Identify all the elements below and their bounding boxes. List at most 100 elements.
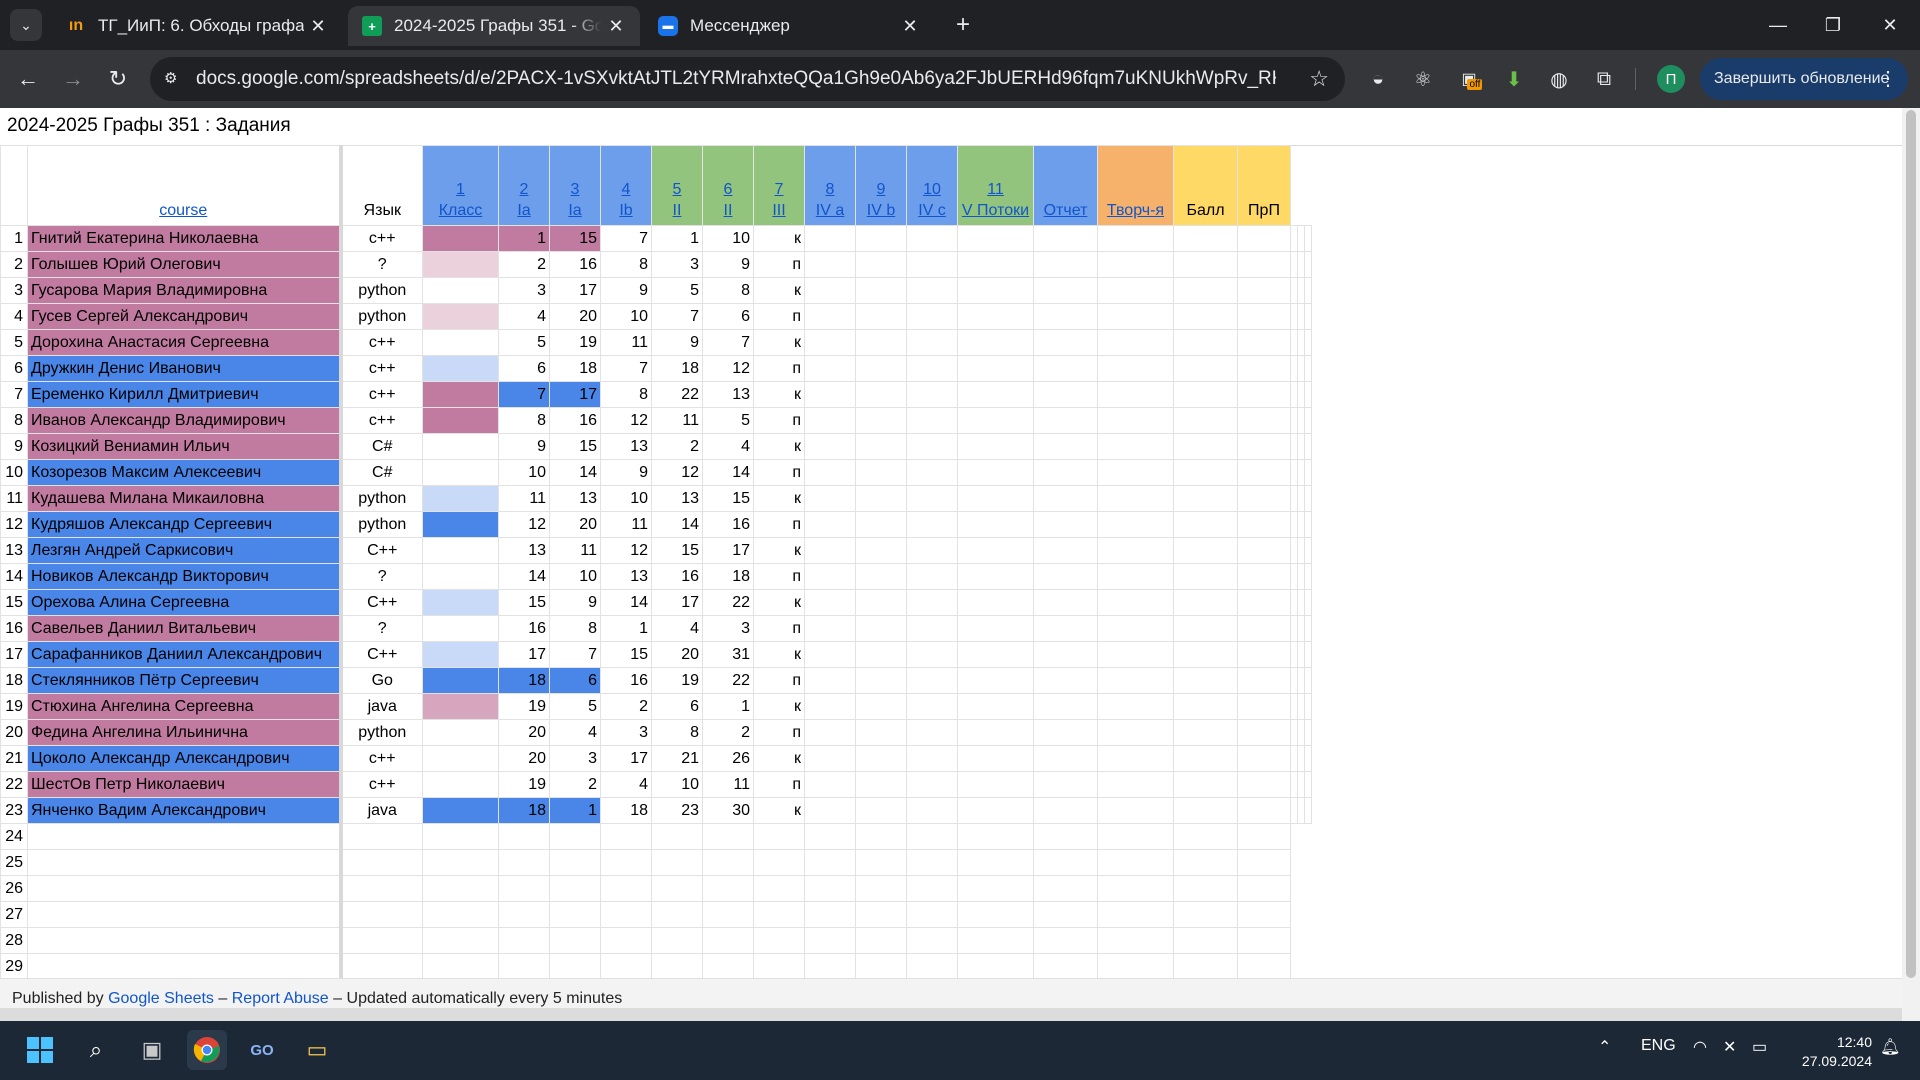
language-cell[interactable]: C# <box>340 459 423 486</box>
site-info-icon[interactable]: ⚙ <box>164 69 184 89</box>
cell-col-12[interactable] <box>1033 407 1098 434</box>
cell-col-9[interactable] <box>855 693 907 720</box>
student-name[interactable]: Дорохина Анастасия Сергеевна <box>27 329 343 356</box>
cell-col-13[interactable] <box>1097 433 1174 460</box>
cell-col-11[interactable] <box>957 381 1034 408</box>
student-name[interactable]: Стеклянников Пётр Сергеевич <box>27 667 343 694</box>
cell-col-10[interactable] <box>906 459 958 486</box>
header-col-2[interactable]: 2 Ia <box>498 145 550 226</box>
student-name[interactable]: Иванов Александр Владимирович <box>27 407 343 434</box>
empty-cell[interactable] <box>804 927 856 954</box>
student-name[interactable]: Дружкин Денис Иванович <box>27 355 343 382</box>
cell-col-17[interactable] <box>1297 251 1305 278</box>
cell-col-6[interactable]: 10 <box>702 225 754 252</box>
empty-cell[interactable] <box>27 953 343 980</box>
empty-cell[interactable] <box>1237 875 1291 902</box>
cell-col-15[interactable] <box>1237 485 1291 512</box>
language-cell[interactable]: c++ <box>340 225 423 252</box>
cell-col-12[interactable] <box>1033 511 1098 538</box>
cell-col-2[interactable]: 14 <box>498 563 550 590</box>
cell-col-2[interactable]: 18 <box>498 797 550 824</box>
cell-col-9[interactable] <box>855 563 907 590</box>
cell-col-5[interactable]: 21 <box>651 745 703 772</box>
student-name[interactable]: Козицкий Вениамин Ильич <box>27 433 343 460</box>
close-window-button[interactable]: ✕ <box>1870 10 1910 40</box>
cell-col-8[interactable] <box>804 485 856 512</box>
cell-col-15[interactable] <box>1237 693 1291 720</box>
cell-col-13[interactable] <box>1097 797 1174 824</box>
cell-col-18[interactable] <box>1304 511 1312 538</box>
empty-cell[interactable] <box>1033 849 1098 876</box>
cell-col-1[interactable] <box>422 771 499 798</box>
cell-col-6[interactable]: 14 <box>702 459 754 486</box>
empty-cell[interactable] <box>422 901 499 928</box>
cell-col-9[interactable] <box>855 329 907 356</box>
empty-cell[interactable] <box>1173 901 1238 928</box>
cell-col-16[interactable] <box>1290 459 1298 486</box>
cell-col-12[interactable] <box>1033 251 1098 278</box>
cell-col-14[interactable] <box>1173 563 1238 590</box>
cell-col-9[interactable] <box>855 615 907 642</box>
cell-col-10[interactable] <box>906 667 958 694</box>
cell-col-10[interactable] <box>906 563 958 590</box>
language-cell[interactable]: c++ <box>340 329 423 356</box>
cell-col-4[interactable]: 10 <box>600 485 652 512</box>
cell-col-18[interactable] <box>1304 251 1312 278</box>
cell-col-5[interactable]: 16 <box>651 563 703 590</box>
cell-col-18[interactable] <box>1304 771 1312 798</box>
cell-col-3[interactable]: 5 <box>549 693 601 720</box>
cell-col-11[interactable] <box>957 719 1034 746</box>
cell-col-16[interactable] <box>1290 303 1298 330</box>
cell-col-10[interactable] <box>906 225 958 252</box>
cell-col-6[interactable]: 5 <box>702 407 754 434</box>
cell-col-6[interactable]: 22 <box>702 667 754 694</box>
cell-col-3[interactable]: 20 <box>549 303 601 330</box>
restore-button[interactable]: ❐ <box>1813 10 1853 40</box>
cell-col-7[interactable]: п <box>753 667 805 694</box>
empty-cell[interactable] <box>1237 901 1291 928</box>
cell-col-16[interactable] <box>1290 355 1298 382</box>
language-cell[interactable]: python <box>340 511 423 538</box>
empty-cell[interactable] <box>27 875 343 902</box>
empty-cell[interactable] <box>702 823 754 850</box>
cell-col-15[interactable] <box>1237 563 1291 590</box>
cell-col-13[interactable] <box>1097 407 1174 434</box>
cell-col-17[interactable] <box>1297 407 1305 434</box>
empty-cell[interactable] <box>1033 927 1098 954</box>
cell-col-9[interactable] <box>855 511 907 538</box>
cell-col-6[interactable]: 8 <box>702 277 754 304</box>
cell-col-4[interactable]: 17 <box>600 745 652 772</box>
empty-cell[interactable] <box>1173 927 1238 954</box>
battery-icon[interactable]: ▭ <box>1752 1037 1767 1057</box>
cell-col-5[interactable]: 19 <box>651 667 703 694</box>
cell-col-15[interactable] <box>1237 537 1291 564</box>
cell-col-2[interactable]: 2 <box>498 251 550 278</box>
cell-col-9[interactable] <box>855 251 907 278</box>
empty-cell[interactable] <box>1097 875 1174 902</box>
cell-col-17[interactable] <box>1297 589 1305 616</box>
cell-col-4[interactable]: 8 <box>600 251 652 278</box>
cell-col-18[interactable] <box>1304 381 1312 408</box>
empty-cell[interactable] <box>340 953 423 980</box>
cell-col-16[interactable] <box>1290 485 1298 512</box>
empty-cell[interactable] <box>957 875 1034 902</box>
cell-col-7[interactable]: к <box>753 537 805 564</box>
cell-col-5[interactable]: 5 <box>651 277 703 304</box>
cell-col-11[interactable] <box>957 329 1034 356</box>
cell-col-9[interactable] <box>855 589 907 616</box>
cell-col-4[interactable]: 13 <box>600 563 652 590</box>
cell-col-2[interactable]: 19 <box>498 771 550 798</box>
cell-col-17[interactable] <box>1297 303 1305 330</box>
cell-col-14[interactable] <box>1173 667 1238 694</box>
cell-col-7[interactable]: п <box>753 459 805 486</box>
empty-cell[interactable] <box>702 875 754 902</box>
cell-col-14[interactable] <box>1173 745 1238 772</box>
cell-col-5[interactable]: 17 <box>651 589 703 616</box>
cell-col-6[interactable]: 15 <box>702 485 754 512</box>
cell-col-4[interactable]: 3 <box>600 719 652 746</box>
cell-col-4[interactable]: 1 <box>600 615 652 642</box>
cell-col-10[interactable] <box>906 537 958 564</box>
language-cell[interactable]: python <box>340 485 423 512</box>
google-sheets-link[interactable]: Google Sheets <box>108 990 214 1007</box>
forward-button[interactable]: → <box>57 63 89 95</box>
